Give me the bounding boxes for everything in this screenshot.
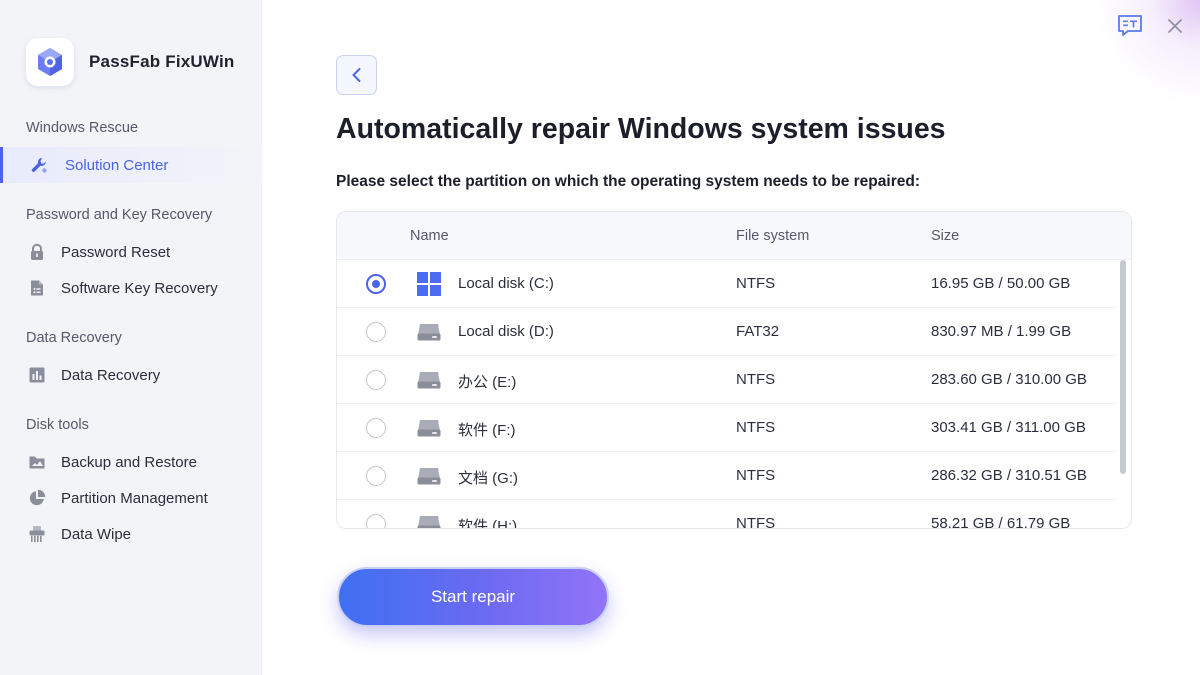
chevron-left-icon: [350, 67, 364, 83]
partition-name: 软件 (F:): [458, 422, 516, 439]
table-row[interactable]: 软件 (F:) NTFS 303.41 GB / 311.00 GB: [337, 404, 1117, 452]
column-header-name: Name: [410, 228, 449, 244]
sidebar-item-password-reset[interactable]: Password Reset: [0, 234, 262, 270]
bar-chart-icon: [28, 366, 46, 384]
shredder-icon: [28, 525, 46, 543]
partition-size: 283.60 GB / 310.00 GB: [931, 371, 1087, 388]
sidebar-item-label: Solution Center: [65, 156, 169, 174]
section-title-disk-tools: Disk tools: [26, 417, 89, 433]
page-subtitle: Please select the partition on which the…: [336, 173, 920, 190]
partition-radio[interactable]: [366, 322, 386, 342]
drive-icon: [416, 415, 442, 441]
main-panel: Automatically repair Windows system issu…: [263, 0, 1200, 675]
column-header-file-system: File system: [736, 228, 810, 244]
close-button[interactable]: [1161, 12, 1189, 40]
partition-radio[interactable]: [366, 466, 386, 486]
sidebar-item-data-wipe[interactable]: Data Wipe: [0, 516, 262, 552]
partition-file-system: NTFS: [736, 371, 776, 388]
wrench-icon: [30, 156, 48, 174]
sidebar-item-partition-management[interactable]: Partition Management: [0, 480, 262, 516]
partition-file-system: NTFS: [736, 275, 776, 292]
close-icon: [1167, 18, 1183, 34]
table-row[interactable]: 文档 (G:) NTFS 286.32 GB / 310.51 GB: [337, 452, 1117, 500]
partition-name: 办公 (E:): [458, 374, 517, 391]
partition-size: 286.32 GB / 310.51 GB: [931, 467, 1087, 484]
partition-size: 303.41 GB / 311.00 GB: [931, 419, 1086, 436]
column-header-size: Size: [931, 228, 960, 244]
table-row[interactable]: Local disk (C:) NTFS 16.95 GB / 50.00 GB: [337, 260, 1117, 308]
sidebar-item-software-key-recovery[interactable]: Software Key Recovery: [0, 270, 262, 306]
sidebar-item-label: Data Recovery: [61, 366, 161, 384]
drive-icon: [416, 511, 442, 528]
partition-file-system: NTFS: [736, 515, 776, 529]
windows-icon: [416, 271, 442, 297]
sidebar-item-label: Password Reset: [61, 243, 171, 261]
app-name: PassFab FixUWin: [89, 52, 235, 71]
backup-folder-icon: [28, 453, 46, 471]
app-logo-icon: [26, 38, 74, 86]
sidebar-item-data-recovery[interactable]: Data Recovery: [0, 357, 262, 393]
sidebar-item-label: Data Wipe: [61, 525, 132, 543]
partition-size: 830.97 MB / 1.99 GB: [931, 323, 1072, 340]
table-header: Name File system Size: [337, 212, 1131, 260]
section-title-password-key-recovery: Password and Key Recovery: [26, 207, 213, 223]
partition-name: Local disk (D:): [458, 323, 554, 340]
drive-icon: [416, 463, 442, 489]
sidebar-item-backup-restore[interactable]: Backup and Restore: [0, 444, 262, 480]
partition-size: 58.21 GB / 61.79 GB: [931, 515, 1071, 529]
feedback-button[interactable]: [1116, 12, 1144, 40]
pie-chart-icon: [28, 489, 46, 507]
sidebar-item-label: Partition Management: [61, 489, 208, 507]
table-row[interactable]: 办公 (E:) NTFS 283.60 GB / 310.00 GB: [337, 356, 1117, 404]
partition-name: Local disk (C:): [458, 275, 554, 292]
start-repair-button[interactable]: Start repair: [337, 567, 609, 627]
partition-size: 16.95 GB / 50.00 GB: [931, 275, 1071, 292]
feedback-icon: [1117, 13, 1143, 39]
partition-file-system: FAT32: [736, 323, 780, 340]
brand: PassFab FixUWin: [26, 38, 235, 86]
partition-file-system: NTFS: [736, 467, 776, 484]
sidebar-item-solution-center[interactable]: Solution Center: [0, 147, 262, 183]
partition-radio[interactable]: [366, 274, 386, 294]
partition-file-system: NTFS: [736, 419, 776, 436]
partition-radio[interactable]: [366, 514, 386, 528]
drive-icon: [416, 367, 442, 393]
partition-name: 软件 (H:): [458, 518, 518, 529]
lock-icon: [28, 243, 46, 261]
table-row[interactable]: 软件 (H:) NTFS 58.21 GB / 61.79 GB: [337, 500, 1117, 529]
sidebar: PassFab FixUWin Windows Rescue Solution …: [0, 0, 262, 675]
section-title-data-recovery: Data Recovery: [26, 330, 122, 346]
partition-table: Name File system Size Local disk (C:) NT…: [336, 211, 1132, 529]
key-document-icon: [28, 279, 46, 297]
partition-radio[interactable]: [366, 418, 386, 438]
table-scrollbar[interactable]: [1119, 260, 1127, 528]
section-title-windows-rescue: Windows Rescue: [26, 120, 139, 136]
table-row[interactable]: Local disk (D:) FAT32 830.97 MB / 1.99 G…: [337, 308, 1117, 356]
back-button[interactable]: [336, 55, 377, 95]
page-title: Automatically repair Windows system issu…: [336, 113, 946, 145]
scrollbar-thumb[interactable]: [1120, 260, 1126, 474]
app-window: PassFab FixUWin Windows Rescue Solution …: [0, 0, 1200, 675]
sidebar-item-label: Software Key Recovery: [61, 279, 218, 297]
drive-icon: [416, 319, 442, 345]
partition-name: 文档 (G:): [458, 470, 518, 487]
partition-radio[interactable]: [366, 370, 386, 390]
sidebar-item-label: Backup and Restore: [61, 453, 197, 471]
